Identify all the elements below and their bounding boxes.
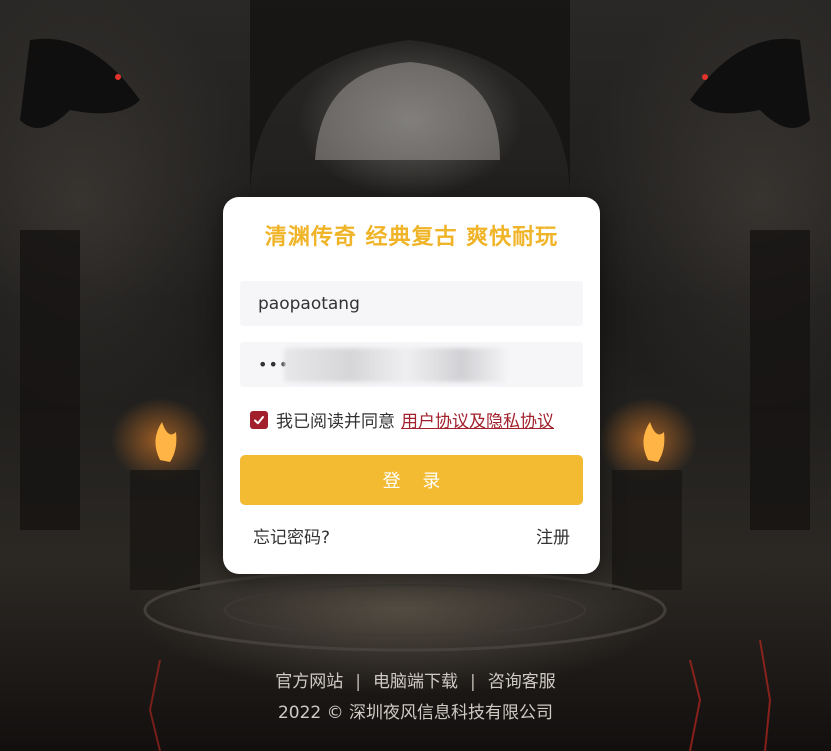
footer-links: 官方网站 | 电脑端下载 | 咨询客服 [0,667,831,692]
slogan-title: 清渊传奇 经典复古 爽快耐玩 [264,225,559,250]
login-card: 清渊传奇 经典复古 爽快耐玩 paopaotang ••• 我已阅读并同意 用户… [223,197,600,574]
username-value: paopaotang [258,293,360,314]
pc-download-link[interactable]: 电脑端下载 [373,672,458,692]
agreement-link[interactable]: 用户协议及隐私协议 [401,407,554,432]
checkmark-icon [254,415,264,424]
official-site-link[interactable]: 官方网站 [275,672,343,692]
register-link[interactable]: 注册 [536,523,570,548]
forgot-password-link[interactable]: 忘记密码? [253,523,330,548]
agreement-row: 我已阅读并同意 用户协议及隐私协议 [250,407,554,432]
username-input[interactable]: paopaotang [240,281,583,326]
copyright-text: 2022 © 深圳夜风信息科技有限公司 [277,703,554,723]
customer-service-link[interactable]: 咨询客服 [488,672,556,692]
footer-separator: | [470,672,476,692]
password-redaction [284,348,506,382]
login-button[interactable]: 登 录 [240,455,583,505]
footer-separator: | [355,672,361,692]
agree-text: 我已阅读并同意 [276,412,395,432]
agree-checkbox[interactable] [250,410,268,429]
password-input[interactable]: ••• [240,342,583,387]
